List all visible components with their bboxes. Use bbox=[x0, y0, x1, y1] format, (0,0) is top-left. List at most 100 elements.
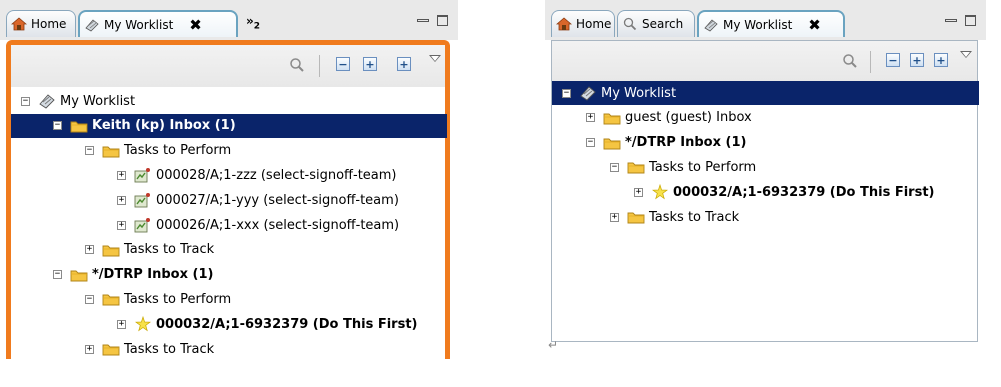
tab-home[interactable]: Home bbox=[551, 10, 615, 37]
expand-icon[interactable]: + bbox=[363, 57, 377, 71]
task-icon bbox=[134, 217, 152, 233]
view-menu-icon[interactable] bbox=[960, 51, 972, 58]
expand-all-icon[interactable]: + bbox=[934, 53, 948, 67]
worklist-icon bbox=[38, 93, 56, 109]
tree-node[interactable]: +000026/A;1-xxx (select-signoff-team) bbox=[117, 213, 399, 237]
view-menu-icon[interactable] bbox=[429, 55, 441, 62]
collapse-icon[interactable]: − bbox=[85, 294, 94, 304]
collapse-icon[interactable]: − bbox=[21, 96, 30, 106]
maximize-icon[interactable] bbox=[437, 15, 448, 26]
folder-icon bbox=[603, 110, 621, 126]
view-toolbar: − + + bbox=[11, 45, 445, 87]
tree-node-label: 000032/A;1-6932379 (Do This First) bbox=[673, 184, 935, 200]
collapse-icon[interactable]: − bbox=[53, 270, 62, 280]
tree-node-label: Tasks to Track bbox=[124, 341, 215, 357]
folder-icon bbox=[70, 267, 88, 283]
toolbar-separator bbox=[319, 55, 320, 77]
tree-node[interactable]: + Tasks to Track bbox=[85, 238, 214, 262]
tree-node-label: */DTRP Inbox (1) bbox=[92, 267, 214, 283]
expand-icon[interactable]: + bbox=[586, 113, 595, 123]
tree-node[interactable]: +000032/A;1-6932379 (Do This First) bbox=[634, 180, 934, 204]
tab-home-label: Home bbox=[31, 17, 67, 31]
worklist-icon bbox=[703, 18, 719, 32]
tree-node-label: Tasks to Perform bbox=[124, 291, 232, 307]
tree-node[interactable]: − */DTRP Inbox (1) bbox=[53, 263, 213, 287]
expand-icon[interactable]: + bbox=[117, 319, 126, 329]
folder-icon bbox=[627, 159, 645, 175]
maximize-icon[interactable] bbox=[965, 15, 976, 26]
tab-search-label: Search bbox=[642, 17, 684, 31]
tree-node-label: guest (guest) Inbox bbox=[625, 110, 752, 126]
worklist-tree: − My Worklist − Keith (kp) Inbox (1) − Tasks … bbox=[11, 87, 447, 387]
folder-icon bbox=[70, 118, 88, 134]
view-toolbar: − + + bbox=[552, 41, 977, 81]
tree-node[interactable]: + Tasks to Track bbox=[610, 205, 739, 229]
tree-node-label: 000026/A;1-xxx (select-signoff-team) bbox=[156, 217, 400, 233]
close-icon[interactable]: ✖ bbox=[808, 16, 821, 34]
tree-node-label: Keith (kp) Inbox (1) bbox=[92, 118, 236, 134]
tree-node[interactable]: − Keith (kp) Inbox (1) bbox=[11, 113, 447, 138]
search-icon bbox=[622, 17, 638, 31]
collapse-icon[interactable]: − bbox=[562, 88, 571, 98]
star-icon bbox=[134, 316, 152, 332]
tree-node-label: My Worklist bbox=[60, 93, 136, 109]
view-window-controls bbox=[945, 15, 976, 26]
tree-node-label: Tasks to Track bbox=[124, 242, 215, 258]
collapse-all-icon[interactable]: − bbox=[886, 53, 900, 67]
tree-node-label: Tasks to Perform bbox=[124, 143, 232, 159]
tab-my-worklist[interactable]: My Worklist ✖ bbox=[78, 10, 238, 37]
tree-node-label: */DTRP Inbox (1) bbox=[625, 135, 747, 151]
view-window-controls bbox=[417, 15, 448, 26]
tab-home[interactable]: Home bbox=[6, 10, 76, 37]
minimize-icon[interactable] bbox=[945, 19, 957, 22]
overflow-count: 2 bbox=[253, 21, 261, 32]
tree-node[interactable]: + Tasks to Track bbox=[85, 337, 214, 361]
tab-my-worklist[interactable]: My Worklist ✖ bbox=[697, 10, 845, 37]
folder-icon bbox=[102, 143, 120, 159]
expand-all-icon[interactable]: + bbox=[397, 57, 411, 71]
collapse-icon[interactable]: − bbox=[53, 121, 62, 131]
worklist-tree: − My Worklist + guest (guest) Inbox − */DTRP … bbox=[552, 81, 979, 336]
folder-icon bbox=[627, 209, 645, 225]
collapse-icon[interactable]: − bbox=[610, 162, 619, 172]
expand-icon[interactable]: + bbox=[634, 187, 643, 197]
tree-node[interactable]: +000027/A;1-yyy (select-signoff-team) bbox=[117, 188, 399, 212]
tab-my-worklist-label: My Worklist bbox=[104, 17, 174, 32]
folder-icon bbox=[102, 341, 120, 357]
expand-icon[interactable]: + bbox=[610, 212, 619, 222]
tree-node[interactable]: − My Worklist bbox=[552, 81, 979, 105]
tree-node[interactable]: − Tasks to Perform bbox=[610, 155, 756, 179]
folder-icon bbox=[603, 135, 621, 151]
tree-node[interactable]: +000032/A;1-6932379 (Do This First) bbox=[117, 312, 417, 336]
home-icon bbox=[11, 17, 27, 31]
tree-node[interactable]: − My Worklist bbox=[21, 89, 135, 113]
tab-overflow-button[interactable]: »2 bbox=[246, 14, 260, 31]
collapse-icon[interactable]: − bbox=[85, 146, 94, 156]
tree-node[interactable]: − */DTRP Inbox (1) bbox=[586, 131, 746, 155]
tab-my-worklist-label: My Worklist bbox=[723, 17, 793, 32]
expand-icon[interactable]: + bbox=[117, 220, 126, 230]
task-icon bbox=[134, 192, 152, 208]
close-icon[interactable]: ✖ bbox=[189, 16, 202, 34]
search-icon[interactable] bbox=[842, 53, 858, 69]
expand-icon[interactable]: + bbox=[117, 195, 126, 205]
collapse-all-icon[interactable]: − bbox=[336, 57, 350, 71]
search-icon[interactable] bbox=[289, 57, 305, 73]
minimize-icon[interactable] bbox=[417, 19, 429, 22]
tab-bar: Home Search My Worklist ✖ bbox=[545, 0, 986, 40]
tab-home-label: Home bbox=[576, 17, 612, 31]
tree-node[interactable]: − Tasks to Perform bbox=[85, 139, 231, 163]
tree-node[interactable]: + guest (guest) Inbox bbox=[586, 106, 752, 130]
expand-icon[interactable]: + bbox=[910, 53, 924, 67]
expand-icon[interactable]: + bbox=[85, 344, 94, 354]
worklist-icon bbox=[84, 18, 100, 32]
expand-icon[interactable]: + bbox=[85, 245, 94, 255]
tab-search[interactable]: Search bbox=[617, 10, 695, 37]
tree-node[interactable]: +000028/A;1-zzz (select-signoff-team) bbox=[117, 163, 397, 187]
folder-icon bbox=[102, 242, 120, 258]
collapse-icon[interactable]: − bbox=[586, 138, 595, 148]
star-icon bbox=[651, 184, 669, 200]
expand-icon[interactable]: + bbox=[117, 170, 126, 180]
tree-node-label: Tasks to Track bbox=[649, 209, 740, 225]
tree-node[interactable]: − Tasks to Perform bbox=[85, 287, 231, 311]
